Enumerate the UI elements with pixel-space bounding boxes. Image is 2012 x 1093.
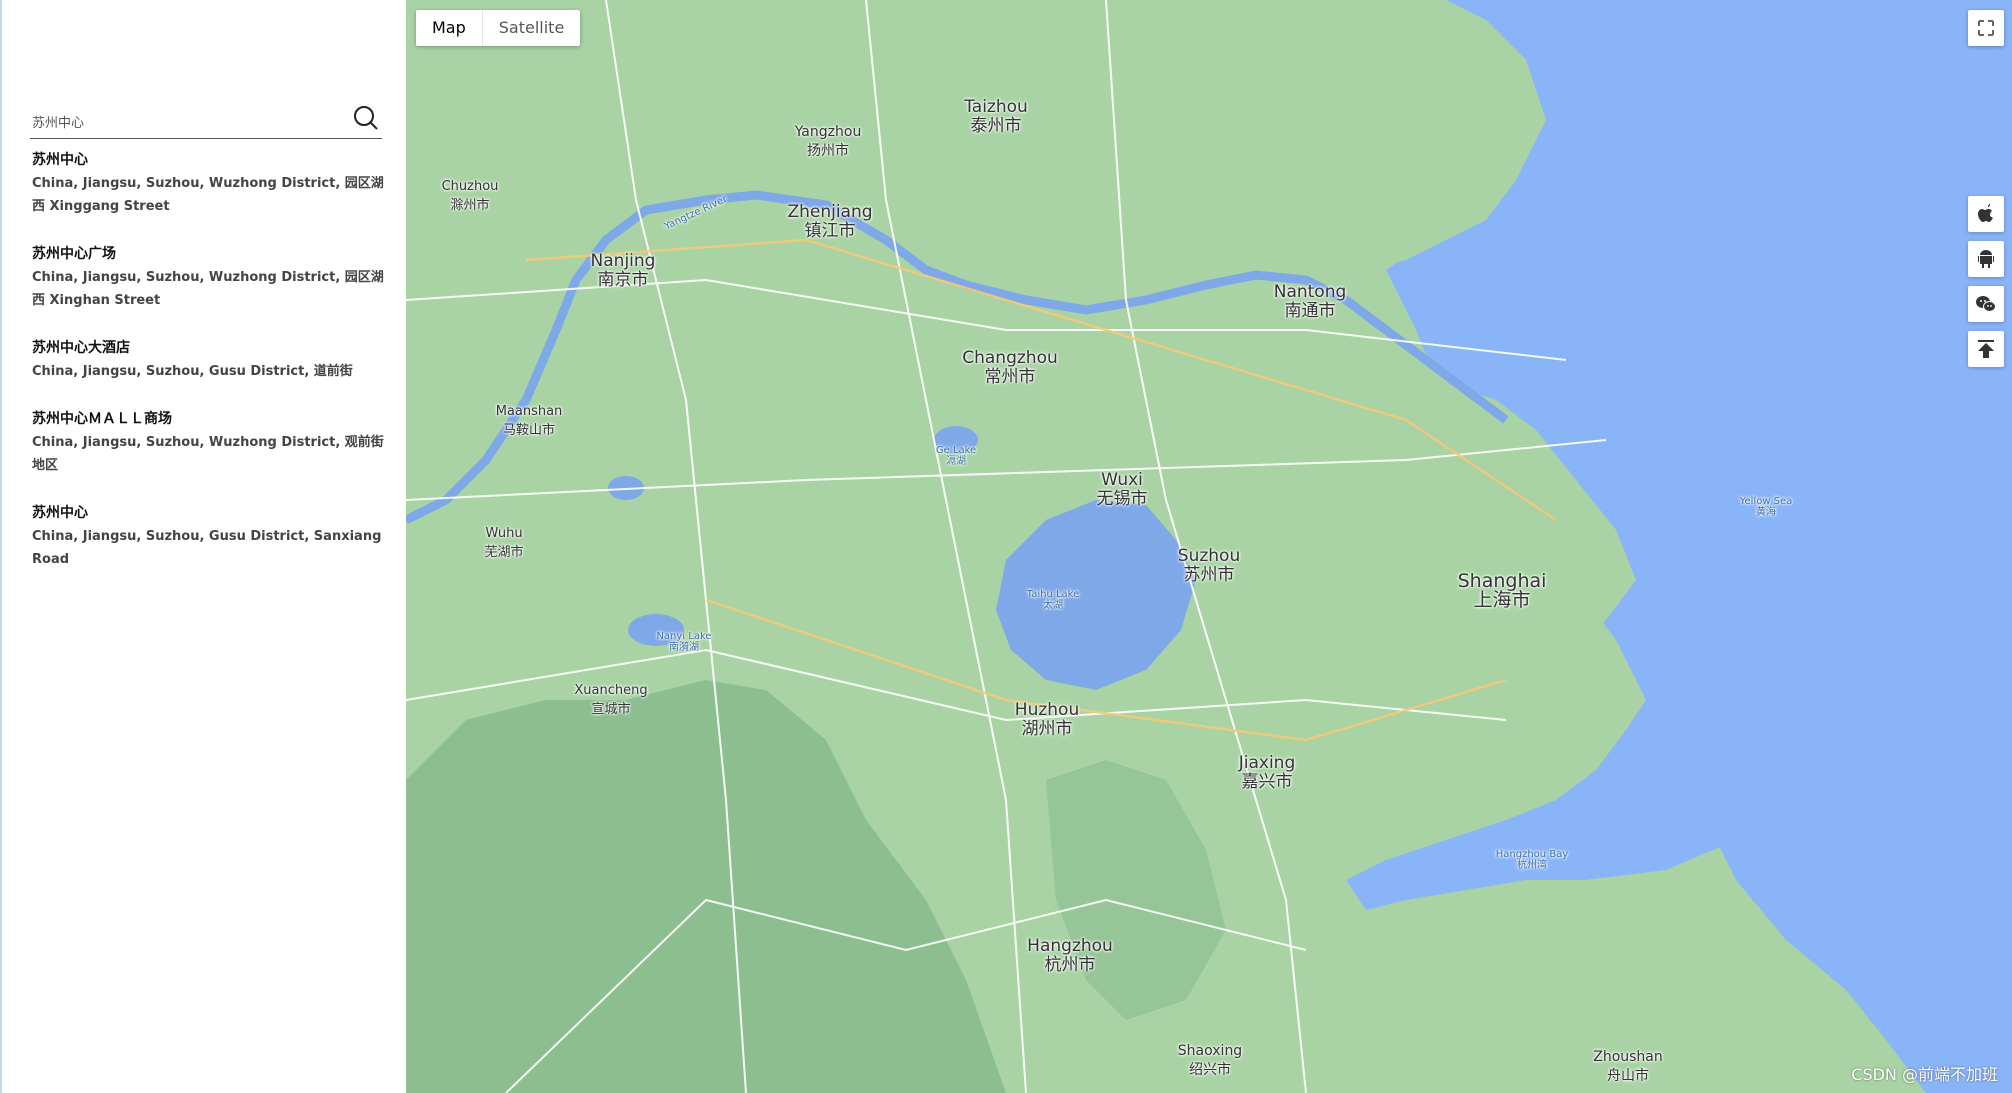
water-label: Taihu Lake 太湖 — [1026, 589, 1080, 611]
result-item[interactable]: 苏州中心 China, Jiangsu, Suzhou, Wuzhong Dis… — [32, 150, 388, 218]
search-input[interactable] — [30, 106, 334, 136]
water-label: Hangzhou Bay 杭州湾 — [1495, 849, 1569, 871]
map-type-satellite-button[interactable]: Satellite — [481, 10, 581, 46]
city-label: Jiaxing 嘉兴市 — [1238, 753, 1296, 792]
android-button[interactable] — [1968, 241, 2004, 277]
city-label: Xuancheng 宣城市 — [574, 683, 648, 717]
city-label: Hangzhou 杭州市 — [1027, 936, 1113, 975]
city-label: Chuzhou 滁州市 — [441, 179, 499, 213]
result-address: China, Jiangsu, Suzhou, Wuzhong District… — [32, 435, 384, 473]
search-box — [30, 102, 382, 139]
result-title: 苏州中心大酒店 — [32, 340, 130, 356]
city-label: Maanshan 马鞍山市 — [495, 404, 563, 438]
result-item[interactable]: 苏州中心 China, Jiangsu, Suzhou, Gusu Distri… — [32, 503, 388, 571]
map-type-control: Map Satellite — [416, 10, 581, 46]
result-address: China, Jiangsu, Suzhou, Gusu District, 道… — [32, 364, 353, 379]
result-address: China, Jiangsu, Suzhou, Gusu District, S… — [32, 529, 382, 567]
apple-button[interactable] — [1968, 196, 2004, 232]
city-label: Zhoushan 舟山市 — [1593, 1049, 1663, 1084]
result-address: China, Jiangsu, Suzhou, Wuzhong District… — [32, 270, 384, 308]
result-item[interactable]: 苏州中心广场 China, Jiangsu, Suzhou, Wuzhong D… — [32, 244, 388, 312]
city-label: Nantong 南通市 — [1273, 282, 1347, 321]
city-label: Nanjing 南京市 — [590, 251, 656, 290]
result-title: 苏州中心 — [32, 152, 88, 168]
fullscreen-icon — [1978, 20, 1994, 36]
result-address: China, Jiangsu, Suzhou, Wuzhong District… — [32, 176, 384, 214]
map-canvas[interactable]: Taizhou 泰州市 Yangzhou 扬州市 Zhenjiang 镇江市 Nanj… — [406, 0, 2012, 1093]
city-label: Huzhou 湖州市 — [1014, 700, 1080, 739]
side-button-group — [1968, 196, 2004, 376]
search-sidebar: 苏州中心 China, Jiangsu, Suzhou, Wuzhong Dis… — [0, 0, 406, 1093]
city-label: Shaoxing 绍兴市 — [1177, 1043, 1243, 1078]
water-label: Nanyi Lake 南漪湖 — [656, 631, 712, 653]
water-label: Yellow Sea 黄海 — [1739, 496, 1793, 518]
city-label: Yangzhou 扬州市 — [794, 124, 862, 159]
back-to-top-button[interactable] — [1968, 331, 2004, 367]
city-label: Wuxi 无锡市 — [1096, 470, 1148, 509]
city-label: Shanghai 上海市 — [1457, 570, 1547, 611]
result-title: 苏州中心广场 — [32, 246, 116, 262]
city-label: Zhenjiang 镇江市 — [787, 202, 873, 241]
water-label: Ge Lake 滆湖 — [935, 445, 977, 467]
result-item[interactable]: 苏州中心ＭＡＬＬ商场 China, Jiangsu, Suzhou, Wuzho… — [32, 409, 388, 477]
map-type-map-button[interactable]: Map — [416, 10, 482, 46]
back-to-top-icon — [1978, 340, 1994, 358]
android-icon — [1978, 250, 1994, 268]
search-icon — [354, 106, 378, 130]
wechat-button[interactable] — [1968, 286, 2004, 322]
result-title: 苏州中心 — [32, 505, 88, 521]
result-title: 苏州中心ＭＡＬＬ商场 — [32, 411, 172, 427]
apple-icon — [1978, 204, 1993, 222]
result-item[interactable]: 苏州中心大酒店 China, Jiangsu, Suzhou, Gusu Dis… — [32, 338, 388, 383]
wechat-icon — [1976, 296, 1996, 312]
search-results: 苏州中心 China, Jiangsu, Suzhou, Wuzhong Dis… — [32, 150, 388, 597]
search-button[interactable] — [352, 104, 380, 132]
city-label: Changzhou 常州市 — [962, 348, 1058, 387]
city-label: Suzhou 苏州市 — [1177, 546, 1241, 585]
fullscreen-button[interactable] — [1968, 10, 2004, 46]
watermark: CSDN @前端不加班 — [1851, 1065, 1998, 1084]
city-label: Taizhou 泰州市 — [964, 97, 1028, 136]
city-label: Wuhu 芜湖市 — [484, 526, 524, 560]
